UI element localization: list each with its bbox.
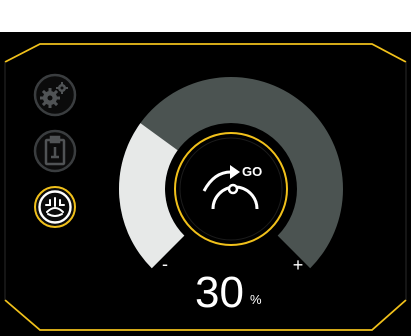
checklist-button[interactable]: [33, 129, 77, 173]
lift-assist-button[interactable]: [34, 186, 76, 228]
settings-button[interactable]: [33, 73, 77, 117]
go-label: GO: [242, 164, 262, 179]
go-button[interactable]: GO: [169, 127, 293, 251]
level-value: 30: [195, 268, 244, 317]
gauge-max-label: +: [293, 255, 304, 275]
level-unit: %: [250, 292, 262, 307]
gauge-min-label: -: [162, 254, 168, 274]
control-panel: GO - + 30 %: [0, 32, 411, 336]
